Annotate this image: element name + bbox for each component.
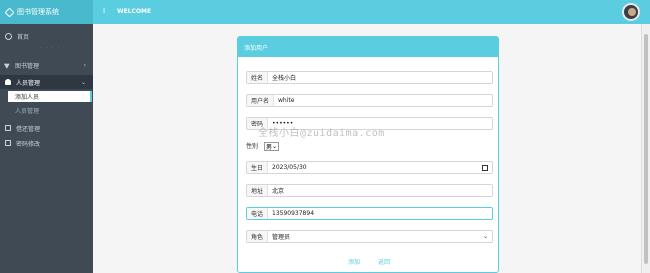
role-label: 角色 bbox=[247, 231, 269, 242]
user-icon bbox=[5, 79, 11, 85]
back-button[interactable]: 返回 bbox=[374, 256, 394, 268]
birthday-field[interactable]: 生日 2023/05/30 bbox=[246, 161, 493, 174]
address-value: 北京 bbox=[272, 188, 285, 195]
panel-title: 添加用户 bbox=[238, 37, 498, 57]
name-row: 姓名 全栈小白 bbox=[246, 71, 493, 84]
role-value: 管理员 bbox=[272, 234, 291, 241]
sidebar-item-label: 借还管理 bbox=[16, 125, 41, 133]
sidebar-subitem-manage-person[interactable]: 人员管理 bbox=[8, 105, 92, 116]
name-label: 姓名 bbox=[247, 72, 269, 83]
calendar-icon[interactable] bbox=[482, 164, 488, 171]
logo-icon bbox=[4, 7, 15, 17]
username-field[interactable]: 用户名 white bbox=[246, 94, 493, 107]
role-row: 角色 管理员 ⌄ bbox=[246, 230, 493, 243]
sidebar-item-label: 人员管理 bbox=[16, 79, 41, 87]
avatar[interactable] bbox=[622, 3, 640, 21]
address-row: 地址 北京 bbox=[246, 184, 493, 197]
name-value: 全栈小白 bbox=[272, 75, 297, 82]
sidebar-item-books[interactable]: 图书管理 ‹ bbox=[0, 58, 93, 72]
birthday-value: 2023/05/30 bbox=[272, 164, 307, 171]
phone-label: 电话 bbox=[247, 208, 269, 219]
phone-value: 13590937894 bbox=[272, 210, 315, 217]
chevron-down-icon: ⌄ bbox=[80, 78, 86, 86]
sidebar-item-label: 密码修改 bbox=[16, 140, 41, 148]
username-value: white bbox=[278, 97, 295, 104]
address-field[interactable]: 地址 北京 bbox=[246, 184, 493, 197]
gender-select[interactable]: 男 ⌄ bbox=[264, 142, 280, 151]
chevron-down-icon: ⌄ bbox=[272, 143, 278, 150]
scrollbar[interactable] bbox=[641, 24, 650, 273]
home-icon bbox=[5, 32, 12, 40]
role-select[interactable]: 角色 管理员 ⌄ bbox=[246, 230, 493, 243]
gender-row: 性别 男 ⌄ bbox=[246, 139, 493, 152]
sidebar-subitem-add-person[interactable]: 添加人员 bbox=[8, 91, 92, 102]
birthday-label: 生日 bbox=[247, 162, 269, 173]
welcome-text: WELCOME bbox=[117, 8, 152, 15]
chevron-down-icon: ⌄ bbox=[482, 233, 488, 240]
sidebar-item-borrow[interactable]: 借还管理 bbox=[0, 121, 93, 135]
scrollbar-thumb[interactable] bbox=[644, 34, 648, 264]
gender-label: 性别 bbox=[246, 143, 259, 150]
username-row: 用户名 white bbox=[246, 94, 493, 107]
sidebar-item-home[interactable]: 首页 bbox=[0, 29, 93, 43]
sidebar-divider: · · · · bbox=[40, 45, 61, 52]
username-label: 用户名 bbox=[247, 95, 275, 106]
box-icon bbox=[5, 140, 11, 146]
chevron-left-icon: ‹ bbox=[83, 61, 86, 69]
add-button[interactable]: 添加 bbox=[344, 256, 364, 268]
watermark: 全栈小白@zuidaima.com bbox=[258, 128, 385, 139]
sidebar-item-label: 图书管理 bbox=[15, 62, 40, 70]
sidebar-subitem-label: 人员管理 bbox=[15, 108, 40, 115]
box-icon bbox=[5, 125, 11, 131]
app-title: 图书管理系统 bbox=[17, 8, 59, 16]
menu-toggle-icon[interactable]: I bbox=[103, 7, 105, 15]
sidebar-subitem-label: 添加人员 bbox=[15, 94, 40, 101]
brand[interactable]: 图书管理系统 bbox=[0, 0, 93, 24]
form-actions: 添加 返回 bbox=[238, 256, 500, 268]
sidebar: 首页 · · · · 图书管理 ‹ 人员管理 ⌄ 添加人员 人员管理 借还管理 … bbox=[0, 24, 93, 273]
sidebar-item-password[interactable]: 密码修改 bbox=[0, 136, 93, 150]
top-bar: 图书管理系统 I WELCOME bbox=[0, 0, 650, 24]
phone-row: 电话 13590937894 bbox=[246, 207, 493, 220]
sidebar-item-label: 首页 bbox=[17, 33, 30, 41]
address-label: 地址 bbox=[247, 185, 269, 196]
send-icon bbox=[3, 61, 12, 69]
add-user-panel: 添加用户 姓名 全栈小白 用户名 white 密码 •••••• 性别 男 ⌄ … bbox=[237, 36, 499, 273]
phone-field[interactable]: 电话 13590937894 bbox=[246, 207, 493, 220]
birthday-row: 生日 2023/05/30 bbox=[246, 161, 493, 174]
name-field[interactable]: 姓名 全栈小白 bbox=[246, 71, 493, 84]
sidebar-item-personnel[interactable]: 人员管理 ⌄ bbox=[0, 75, 93, 89]
